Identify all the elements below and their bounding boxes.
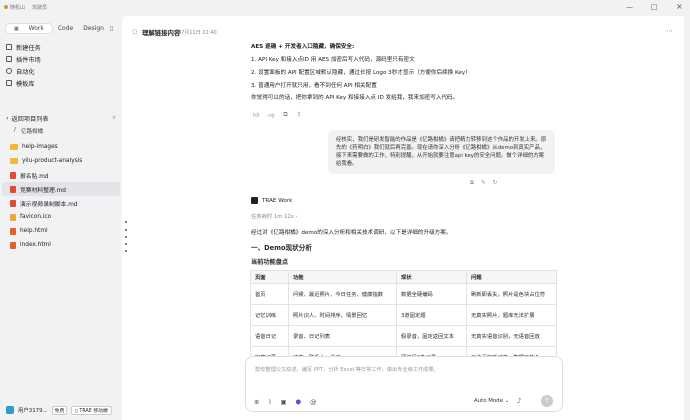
message-step-1: 1. API Key 和接入点ID 用 AES 加密后写入代码，源码里只有密文 (251, 57, 415, 63)
mode-design[interactable]: Design (79, 24, 108, 33)
mobile-button[interactable]: ▯ TRAE 移动端 (71, 405, 112, 415)
breadcrumb-project[interactable]: 亿路柑橘 (21, 127, 43, 135)
attach-icon[interactable]: ⌇ (268, 398, 271, 406)
topbar-text-2: 驾驶员 (32, 5, 48, 11)
chevron-down-icon: ⌄ (504, 398, 510, 404)
copy-icon[interactable]: ⧉ (283, 111, 287, 119)
markdown-file-icon (10, 185, 16, 193)
mention-icon[interactable]: @ (310, 398, 316, 406)
template-icon (6, 80, 12, 86)
image-icon[interactable]: ▣ (280, 398, 286, 406)
nav-automation[interactable]: 自动化 (0, 65, 122, 77)
grid-icon: ▦ (14, 26, 19, 32)
table-header-row: 页面 功能 现状 问题 (250, 270, 557, 284)
chat-icon: ◌ (132, 28, 138, 35)
timeline-dot[interactable] (125, 243, 127, 245)
share-icon[interactable]: ⇪ (297, 111, 302, 119)
agent-name: TRAE Work (262, 197, 293, 204)
clock-icon (6, 68, 12, 74)
html-file-icon (10, 241, 16, 249)
trae-logo-icon (251, 197, 258, 204)
minimize-icon[interactable]: — (626, 3, 633, 11)
thumbs-down-icon[interactable]: 👎︎ (268, 111, 274, 119)
nav-plugin-market[interactable]: 插件市场 (0, 53, 122, 65)
plan-badge: 免费 (51, 405, 68, 415)
agent-icon[interactable]: ⬢ (296, 398, 302, 406)
tree-item-help-html[interactable]: help.html (2, 224, 120, 238)
more-icon[interactable]: ⋯ (666, 27, 673, 35)
feature-table: 页面 功能 现状 问题 首页 问候、最近照片、今日任务、健康指数 数据全硬编码 刷新即… (250, 270, 557, 356)
mode-switch: ▦ Work Code Design (6, 24, 108, 33)
message-actions: 👍︎ 👎︎ ⧉ ⇪ (253, 111, 302, 119)
edit-icon[interactable]: ✎ (481, 180, 486, 187)
send-button[interactable]: ↑ (541, 395, 553, 407)
sidebar-toggle-icon[interactable]: ▯ (110, 25, 113, 32)
nav-new-task[interactable]: 新建任务 (0, 41, 122, 53)
timeline-dot[interactable] (125, 236, 127, 238)
plus-square-icon (6, 44, 12, 50)
agent-header: TRAE Work (251, 197, 292, 204)
html-file-icon (10, 227, 16, 235)
chat-input[interactable]: 帮你整理公文综述、编写 PPT、分析 Excel 等日常工作，做出专业级工作成果… (255, 366, 555, 373)
message-line-head: AES 逐确 + 开发者入口隐藏，确保安全: (251, 44, 355, 50)
add-context-icon[interactable]: ⊕ (254, 398, 259, 406)
nav-templates[interactable]: 模板库 (0, 77, 122, 89)
task-time: 07月11日 22:40 (178, 29, 217, 36)
search-icon[interactable]: ⌕ (113, 114, 116, 122)
close-icon[interactable]: × (676, 2, 683, 11)
ico-file-icon (10, 213, 16, 221)
mode-select[interactable]: Auto Mode ⌄ (474, 398, 509, 404)
user-name[interactable]: 用户3179... (18, 406, 48, 414)
avatar[interactable] (6, 406, 14, 414)
back-arrow-icon: ‹ (6, 114, 9, 122)
maximize-icon[interactable]: □ (651, 3, 658, 11)
task-title: 理解链接内容 (142, 29, 181, 37)
tree-item-yanshi[interactable]: 演示视频录制脚本.md (2, 196, 120, 210)
markdown-file-icon (10, 171, 16, 179)
table-row: 记忆训练 照片识人、时间排序、情景回忆 3道固定题 无真实照片，题库无法扩展 (250, 304, 557, 326)
mode-work[interactable]: ▦ Work (6, 24, 52, 33)
tree-item-yilu-product-analysis[interactable]: yilu-product-analysis (2, 154, 120, 168)
chat-input-box: 帮你整理公文综述、编写 PPT、分析 Excel 等日常工作，做出专业级工作成果… (245, 356, 563, 412)
heading-feature-inventory: 当前功能盘点 (251, 259, 289, 266)
elapsed-time[interactable]: 任务耗时 1m 12s › (251, 212, 297, 220)
topbar-text-1: 随机山 (10, 5, 26, 11)
user-bar: 用户3179... 免费 ▯ TRAE 移动端 (6, 404, 118, 416)
breadcrumb: / 亿路柑橘 (14, 127, 44, 135)
table-row: 家庭记事动态、联系人、活动硬编码3条记录无法添加新动态，数据不持久 (250, 346, 557, 356)
retry-icon[interactable]: ↻ (493, 180, 498, 187)
tree-item-favicon[interactable]: favicon.ico (2, 210, 120, 224)
mode-code[interactable]: Code (54, 24, 77, 33)
heading-demo-status: 一、Demo现状分析 (251, 244, 312, 252)
tree-item-index-html[interactable]: index.html (2, 238, 120, 252)
tree-item-baomingtie[interactable]: 报名贴.md (2, 168, 120, 182)
sidebar: ▦ Work Code Design ▯ 新建任务 插件市场 自动化 模板库 ‹… (0, 16, 122, 420)
top-bar: 随机山 驾驶员 — □ × (0, 0, 690, 16)
message-step-3: 3. 普通用户打开就只用，看不到任何 API 相关配置 (251, 83, 377, 89)
tree-item-help-images[interactable]: help-images (2, 140, 120, 154)
microphone-icon[interactable]: ♪ (517, 397, 521, 405)
tree-item-jingsai[interactable]: 竞赛材料整理.md (2, 182, 120, 196)
timeline-dot[interactable] (125, 221, 127, 223)
puzzle-icon (6, 56, 12, 62)
thumbs-up-icon[interactable]: 👍︎ (253, 111, 259, 119)
markdown-file-icon (10, 199, 16, 207)
timeline-dot[interactable] (125, 229, 127, 231)
timeline-dot[interactable] (125, 250, 127, 252)
table-row: 首页 问候、最近照片、今日任务、健康指数 数据全硬编码 刷新即丢失，照片是色块占位符 (250, 283, 557, 305)
user-message-bubble: 经核实，我们是研发智能的作品是《亿路柑橘》请把精力转移到这个作品的开发上来。原先… (328, 130, 555, 174)
message-ask: 你觉得可以的话，把你拿到的 API Key 和接接入点 ID 发给我，我来加密写… (251, 95, 459, 101)
app-icon (4, 5, 8, 9)
table-row: 语音日记 录音、日记列表 假录音，固定返回文本 无真实语音识别，无语音回放 (250, 325, 557, 347)
folder-icon (10, 144, 18, 150)
message-step-2: 2. 设置面板的 API 配置区域默认隐藏，通过长按 Logo 3秒才显示（方便… (251, 70, 471, 76)
folder-icon (10, 158, 18, 164)
phone-icon: ▯ (75, 408, 78, 414)
input-tools: ⊕ ⌇ ▣ ⬢ @ (254, 398, 317, 406)
user-message-actions: ⧉ ✎ ↻ (470, 180, 497, 187)
agent-intro: 经过对《亿路柑橘》demo的深入分析和相关技术调研，以下是详细的升级方案。 (251, 230, 452, 236)
back-to-projects[interactable]: ‹ 返回项目列表 ⌕ (2, 112, 120, 124)
copy-icon[interactable]: ⧉ (470, 180, 474, 187)
